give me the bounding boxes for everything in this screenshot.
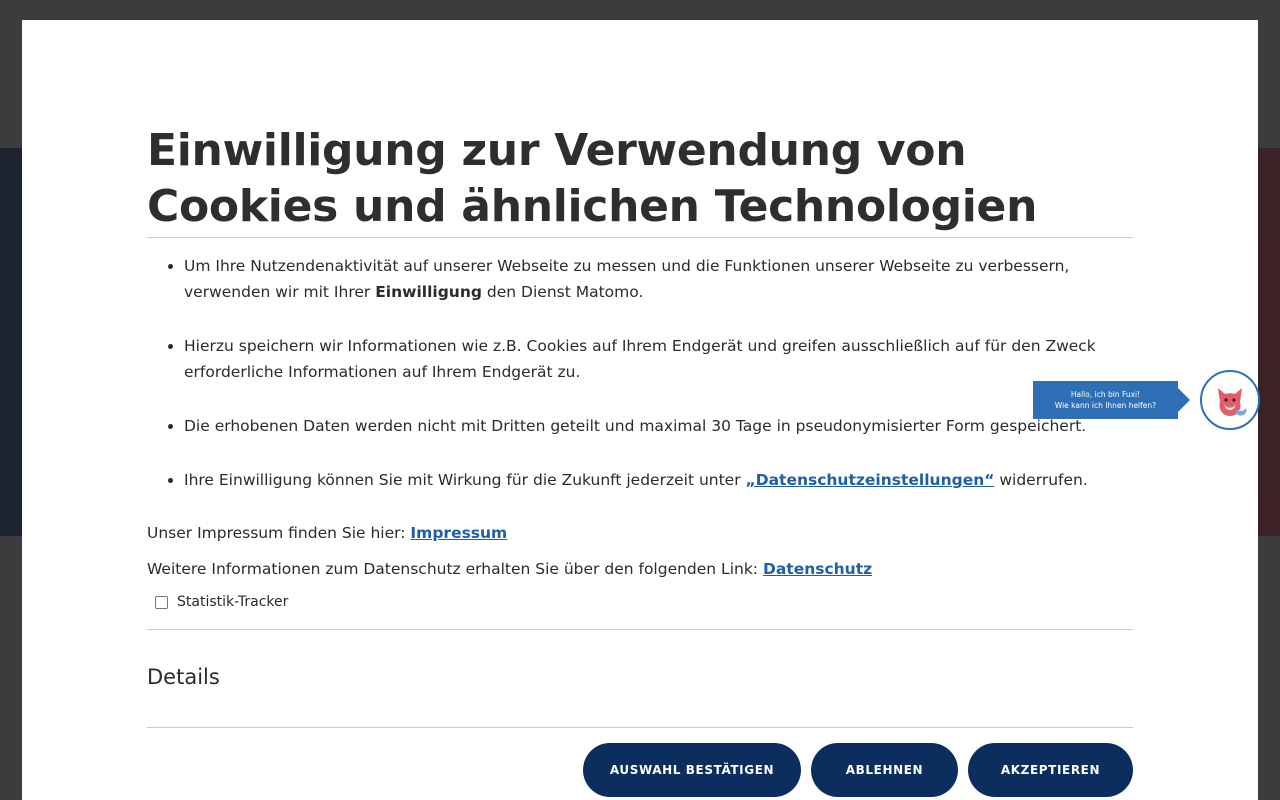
accept-button[interactable]: AKZEPTIEREN <box>968 743 1133 797</box>
privacy-text: Weitere Informationen zum Datenschutz er… <box>147 560 763 578</box>
details-toggle[interactable]: Details <box>147 665 220 689</box>
fox-icon <box>1218 388 1247 416</box>
chatbot-avatar-button[interactable] <box>1200 370 1260 430</box>
impressum-link[interactable]: Impressum <box>410 524 507 542</box>
dialog-title: Einwilligung zur Verwendung von Cookies … <box>147 125 1038 232</box>
chatbot-greeting-line: Wie kann ich Ihnen helfen? <box>1054 401 1157 410</box>
confirm-selection-button[interactable]: AUSWAHL BESTÄTIGEN <box>583 743 801 797</box>
privacy-link[interactable]: Datenschutz <box>763 560 872 578</box>
privacy-settings-link[interactable]: „Datenschutzeinstellungen“ <box>746 471 995 489</box>
list-item: Ihre Einwilligung können Sie mit Wirkung… <box>147 467 1133 493</box>
chatbot-greeting-line: Hallo, ich bin Fuxi! <box>1070 390 1141 399</box>
privacy-line: Weitere Informationen zum Datenschutz er… <box>147 557 872 581</box>
point-text: widerrufen. <box>994 471 1088 489</box>
chatbot-greeting-bubble[interactable]: Hallo, ich bin Fuxi! Wie kann ich Ihnen … <box>1033 381 1190 419</box>
statistics-tracker-checkbox[interactable] <box>155 595 168 609</box>
divider <box>147 237 1133 238</box>
checkbox-label: Statistik-Tracker <box>177 594 289 610</box>
point-text: Hierzu speichern wir Informationen wie z… <box>184 337 1096 381</box>
list-item: Hierzu speichern wir Informationen wie z… <box>147 333 1133 385</box>
statistics-tracker-option[interactable]: Statistik-Tracker <box>155 594 288 610</box>
divider <box>147 629 1133 630</box>
impressum-line: Unser Impressum finden Sie hier: Impress… <box>147 521 507 545</box>
consent-points-list: Um Ihre Nutzendenaktivität auf unserer W… <box>147 253 1133 521</box>
point-text: Die erhobenen Daten werden nicht mit Dri… <box>184 417 1087 435</box>
list-item: Um Ihre Nutzendenaktivität auf unserer W… <box>147 253 1133 305</box>
divider <box>147 727 1133 728</box>
reject-button[interactable]: ABLEHNEN <box>811 743 958 797</box>
impressum-text: Unser Impressum finden Sie hier: <box>147 524 411 542</box>
point-text: Ihre Einwilligung können Sie mit Wirkung… <box>184 471 746 489</box>
point-bold-text: Einwilligung <box>375 283 482 301</box>
list-item: Die erhobenen Daten werden nicht mit Dri… <box>147 413 1133 439</box>
point-text: den Dienst Matomo. <box>481 283 644 301</box>
